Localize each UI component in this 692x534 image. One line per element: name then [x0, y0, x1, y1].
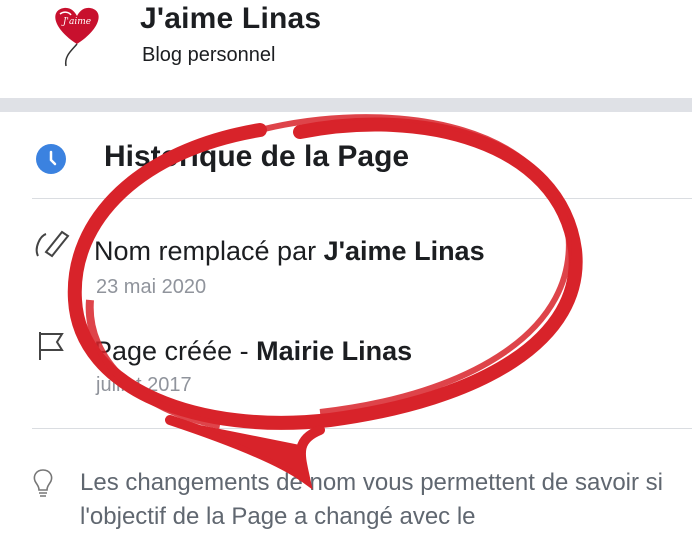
page-history-screen: J'aime J'aime Linas Blog personnel Histo… [0, 0, 692, 534]
history-text-bold: Mairie Linas [256, 336, 413, 366]
section-separator [0, 98, 692, 112]
history-item-text: Page créée - Mairie Linas [94, 336, 412, 367]
info-note: Les changements de nom vous permettent d… [0, 460, 692, 534]
history-section-header: Historique de la Page [0, 112, 692, 198]
pencil-icon [35, 230, 70, 258]
history-text-bold: J'aime Linas [323, 236, 485, 266]
history-text-prefix: Page créée - [94, 336, 257, 366]
history-item-created: Page créée - Mairie Linas juillet 2017 [0, 312, 692, 402]
info-text: Les changements de nom vous permettent d… [80, 469, 663, 530]
heart-balloon-avatar-icon[interactable]: J'aime [42, 2, 112, 68]
page-title[interactable]: J'aime Linas [140, 2, 321, 36]
divider [32, 198, 692, 199]
section-title: Historique de la Page [104, 140, 410, 173]
page-header: J'aime J'aime Linas Blog personnel [0, 0, 692, 98]
divider [32, 428, 692, 429]
page-category: Blog personnel [142, 44, 276, 66]
history-item-date: 23 mai 2020 [96, 276, 207, 298]
history-item-rename: Nom remplacé par J'aime Linas 23 mai 202… [0, 214, 692, 304]
avatar-logo-text: J'aime [61, 17, 91, 27]
flag-icon [39, 332, 64, 360]
history-item-text: Nom remplacé par J'aime Linas [94, 236, 485, 267]
history-item-date: juillet 2017 [96, 374, 192, 396]
history-text-prefix: Nom remplacé par [94, 236, 324, 266]
clock-icon [36, 144, 66, 174]
lightbulb-icon [33, 469, 53, 497]
